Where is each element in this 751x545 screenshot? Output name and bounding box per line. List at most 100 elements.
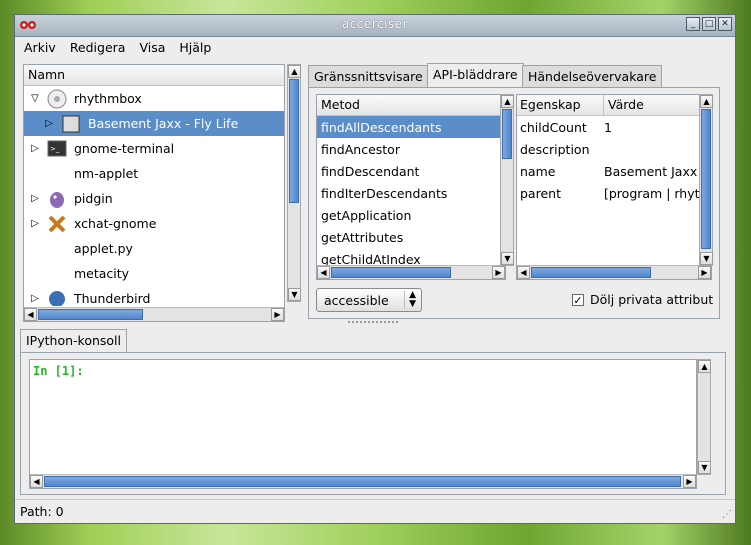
- column-egenskap[interactable]: Egenskap: [517, 95, 604, 115]
- blank-icon: [46, 238, 68, 260]
- tree-header-name[interactable]: Namn: [24, 65, 284, 86]
- property-row[interactable]: childCount 1: [517, 116, 711, 138]
- scroll-down-icon[interactable]: ▼: [501, 252, 514, 265]
- scroll-left-icon[interactable]: ◀: [30, 475, 43, 488]
- scroll-right-icon[interactable]: ▶: [492, 266, 505, 279]
- svg-text:>_: >_: [50, 145, 60, 153]
- methods-vscrollbar[interactable]: ▲ ▼: [500, 94, 514, 266]
- property-value: [program | rhyt: [604, 185, 700, 201]
- method-row[interactable]: findAncestor: [317, 138, 505, 160]
- tab-interface-viewer[interactable]: Gränssnittsvisare: [308, 65, 429, 87]
- tree-row-applet-py[interactable]: applet.py: [24, 236, 284, 261]
- tab-api-browser[interactable]: API-bläddrare: [427, 63, 524, 87]
- scroll-up-icon[interactable]: ▲: [698, 360, 711, 373]
- tree-item-label: nm-applet: [74, 166, 139, 181]
- scroll-down-icon[interactable]: ▼: [288, 288, 301, 301]
- properties-hscroll-thumb[interactable]: [531, 267, 651, 278]
- property-name: parent: [520, 185, 561, 201]
- expand-icon[interactable]: ▷: [28, 218, 42, 229]
- pane-splitter-handle[interactable]: [348, 321, 398, 327]
- console-text-area[interactable]: In [1]: ◀ ▶: [29, 359, 697, 489]
- combo-arrows-icon: ▲ ▼: [404, 291, 416, 309]
- expand-icon[interactable]: ▷: [28, 143, 42, 154]
- tree-vscroll-thumb[interactable]: [289, 79, 299, 203]
- terminal-icon: >_: [47, 140, 67, 156]
- console-hscroll-thumb[interactable]: [44, 476, 681, 487]
- tree-vscrollbar[interactable]: ▲ ▼: [287, 64, 301, 302]
- scroll-up-icon[interactable]: ▲: [700, 95, 713, 108]
- properties-vscrollbar[interactable]: ▲ ▼: [699, 94, 713, 266]
- menu-arkiv[interactable]: Arkiv: [24, 40, 56, 55]
- maximize-button[interactable]: □: [702, 17, 716, 31]
- method-row[interactable]: getAttributes: [317, 226, 505, 248]
- rhythmbox-icon: [47, 89, 67, 108]
- thunderbird-icon: [49, 290, 65, 306]
- methods-header[interactable]: Metod: [317, 95, 505, 116]
- tree-hscrollbar[interactable]: ◀ ▶: [24, 307, 284, 321]
- column-varde[interactable]: Värde: [604, 95, 648, 115]
- tree-item-label: Thunderbird: [74, 291, 151, 306]
- property-row[interactable]: name Basement Jaxx: [517, 160, 711, 182]
- property-row[interactable]: parent [program | rhyt: [517, 182, 711, 204]
- tab-event-monitor[interactable]: Händelseövervakare: [522, 65, 663, 87]
- tree-row-nm-applet[interactable]: nm-applet: [24, 161, 284, 186]
- interface-combo[interactable]: accessible ▲ ▼: [316, 288, 422, 312]
- hide-private-option[interactable]: ✓ Dölj privata attribut: [572, 292, 713, 307]
- tree-hscroll-thumb[interactable]: [38, 309, 143, 320]
- tree-item-label: rhythmbox: [74, 91, 142, 106]
- methods-hscrollbar[interactable]: ◀ ▶: [317, 265, 505, 279]
- tree-row-gnome-terminal[interactable]: ▷ >_ gnome-terminal: [24, 136, 284, 161]
- console-hscrollbar[interactable]: ◀ ▶: [30, 474, 696, 488]
- tab-ipython-console[interactable]: IPython-konsoll: [20, 329, 127, 353]
- expand-icon[interactable]: ▷: [28, 293, 42, 304]
- tree-row-rhythmbox[interactable]: ▽ rhythmbox: [24, 86, 284, 111]
- hide-private-label: Dölj privata attribut: [590, 292, 714, 307]
- scroll-left-icon[interactable]: ◀: [517, 266, 530, 279]
- scroll-left-icon[interactable]: ◀: [317, 266, 330, 279]
- console-vscrollbar[interactable]: ▲ ▼: [697, 359, 711, 475]
- titlebar[interactable]: accerciser _ □ ✕: [15, 15, 735, 37]
- resize-grip-icon[interactable]: ⋰: [722, 509, 732, 520]
- minimize-button[interactable]: _: [686, 17, 700, 31]
- window-title: accerciser: [341, 17, 409, 31]
- collapse-icon[interactable]: ▽: [28, 93, 42, 104]
- expand-icon[interactable]: ▷: [28, 193, 42, 204]
- close-button[interactable]: ✕: [718, 17, 732, 31]
- scroll-down-icon[interactable]: ▼: [698, 461, 711, 474]
- menu-hjalp[interactable]: Hjälp: [179, 40, 211, 55]
- method-row[interactable]: getApplication: [317, 204, 505, 226]
- scroll-right-icon[interactable]: ▶: [683, 475, 696, 488]
- status-bar: Path: 0 ⋰: [15, 499, 735, 523]
- scroll-up-icon[interactable]: ▲: [501, 95, 514, 108]
- methods-vscroll-thumb[interactable]: [502, 109, 512, 159]
- scroll-right-icon[interactable]: ▶: [271, 308, 284, 321]
- scroll-up-icon[interactable]: ▲: [288, 65, 301, 78]
- tree-item-label: metacity: [74, 266, 130, 281]
- tree-row-pidgin[interactable]: ▷ pidgin: [24, 186, 284, 211]
- property-row[interactable]: description: [517, 138, 711, 160]
- properties-header: Egenskap Värde: [517, 95, 711, 116]
- menu-redigera[interactable]: Redigera: [70, 40, 126, 55]
- tree-row-thunderbird[interactable]: ▷ Thunderbird: [24, 286, 284, 306]
- scroll-right-icon[interactable]: ▶: [698, 266, 711, 279]
- pidgin-icon: [50, 191, 64, 208]
- tree-row-basement-jaxx[interactable]: ▷ Basement Jaxx - Fly Life: [24, 111, 284, 136]
- xchat-icon: [48, 215, 66, 232]
- properties-table[interactable]: Egenskap Värde childCount 1 description …: [516, 94, 712, 280]
- methods-list[interactable]: Metod findAllDescendants findAncestor fi…: [316, 94, 506, 280]
- properties-vscroll-thumb[interactable]: [701, 109, 711, 249]
- methods-hscroll-thumb[interactable]: [331, 267, 451, 278]
- hide-private-checkbox[interactable]: ✓: [572, 293, 584, 306]
- scroll-left-icon[interactable]: ◀: [24, 308, 37, 321]
- properties-hscrollbar[interactable]: ◀ ▶: [517, 265, 711, 279]
- tree-row-xchat-gnome[interactable]: ▷ xchat-gnome: [24, 211, 284, 236]
- scroll-down-icon[interactable]: ▼: [700, 252, 713, 265]
- method-row[interactable]: findAllDescendants: [317, 116, 505, 138]
- method-row[interactable]: findIterDescendants: [317, 182, 505, 204]
- menu-visa[interactable]: Visa: [139, 40, 165, 55]
- tree-item-label: gnome-terminal: [74, 141, 175, 156]
- accessible-tree[interactable]: Namn ▽ rhythmbox ▷ Basement Jaxx - Fly L…: [23, 64, 285, 322]
- expand-icon[interactable]: ▷: [42, 118, 56, 129]
- method-row[interactable]: findDescendant: [317, 160, 505, 182]
- tree-row-metacity[interactable]: metacity: [24, 261, 284, 286]
